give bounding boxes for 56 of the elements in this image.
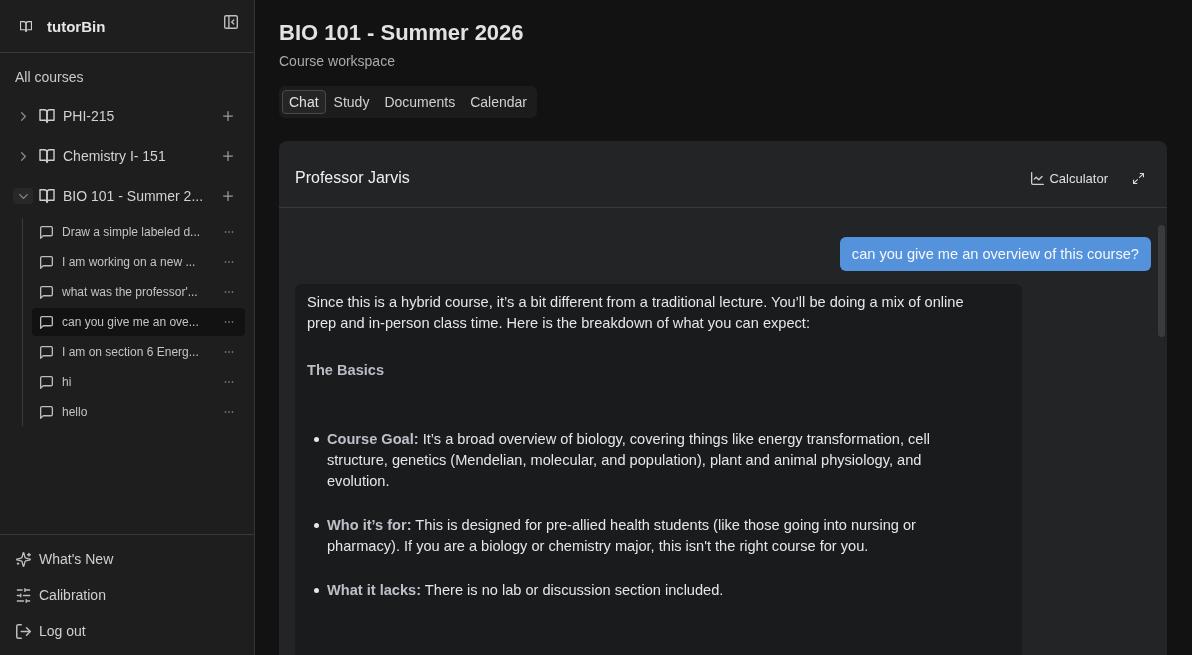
course-item[interactable]: Chemistry I- 151 [0, 136, 245, 176]
page-subtitle: Course workspace [279, 52, 396, 70]
logout-icon [16, 623, 31, 639]
chevron-right-icon[interactable] [20, 151, 26, 161]
chat-item[interactable]: I am on section 6 Energ... [32, 338, 245, 366]
course-item[interactable]: PHI-215 [0, 96, 245, 136]
bullet-icon [314, 437, 319, 442]
book-icon [39, 149, 55, 163]
brand-name: tutorBin [47, 17, 106, 35]
message-paragraph: Since this is a hybrid course, it’s a bit different from a traditional lecture. You’ll be doing a mix of online prep and in-person class time. Here is the breakdown of what you can expect: [307, 293, 965, 333]
scrollbar-thumb[interactable] [1158, 225, 1165, 337]
chat-icon [40, 285, 53, 299]
sliders-icon [16, 587, 31, 603]
chat-item[interactable]: I am working on a new ... [32, 248, 245, 276]
tab[interactable]: Calendar [463, 90, 535, 114]
book-icon [20, 20, 32, 32]
expand-icon[interactable] [1133, 172, 1144, 184]
line-chart-icon [1031, 171, 1045, 185]
chat-icon [40, 255, 53, 269]
page-title: BIO 101 - Summer 2026 [279, 19, 525, 47]
panel-left-icon[interactable] [224, 15, 238, 29]
book-icon [39, 189, 55, 203]
bullet-icon [314, 588, 319, 593]
plus-icon[interactable] [223, 191, 233, 201]
list-item: Who it’s for: This is designed for pre-allied health students (like those going into nursing or pharmacy). If you are a biology or chemistry major, this isn't the right course for you. [327, 516, 917, 556]
plus-icon[interactable] [223, 111, 233, 121]
chat-icon [40, 315, 53, 329]
menu-item[interactable]: Calibration [0, 577, 254, 613]
message-heading: The Basics [307, 361, 386, 380]
bullet-icon [314, 523, 319, 528]
tab[interactable]: Study [326, 90, 377, 114]
calculator-button[interactable]: Calculator [1023, 166, 1116, 190]
sparkles-icon [16, 551, 31, 567]
plus-icon[interactable] [223, 151, 233, 161]
tab[interactable]: Documents [377, 90, 463, 114]
chat-item[interactable]: Draw a simple labeled d... [32, 218, 245, 246]
chat-item[interactable]: can you give me an ove... [32, 308, 245, 336]
menu-item[interactable]: What's New [0, 541, 254, 577]
user-message: can you give me an overview of this course? [839, 237, 1151, 271]
chevron-right-icon[interactable] [20, 111, 26, 121]
chat-item[interactable]: what was the professor'... [32, 278, 245, 306]
chat-icon [40, 375, 53, 389]
list-item: Course Goal: It’s a broad overview of biology, covering things like energy transformation, cell structure, genetics (Mendelian, molecular, and population), plant and animal physiology, and evolution. [327, 430, 931, 491]
chat-item[interactable]: hello [32, 398, 245, 426]
chat-icon [40, 405, 53, 419]
panel-title: Professor Jarvis [295, 169, 410, 187]
chevron-down-icon[interactable] [13, 188, 33, 204]
section-label: All courses [14, 68, 85, 87]
list-item: What it lacks: There is no lab or discussion section included. [327, 581, 725, 600]
tab[interactable]: Chat [282, 90, 326, 114]
menu-item[interactable]: Log out [0, 613, 254, 649]
chat-icon [40, 225, 53, 239]
chat-icon [40, 345, 53, 359]
chat-item[interactable]: hi [32, 368, 245, 396]
book-icon [39, 109, 55, 123]
course-item[interactable]: BIO 101 - Summer 2... [0, 176, 245, 216]
